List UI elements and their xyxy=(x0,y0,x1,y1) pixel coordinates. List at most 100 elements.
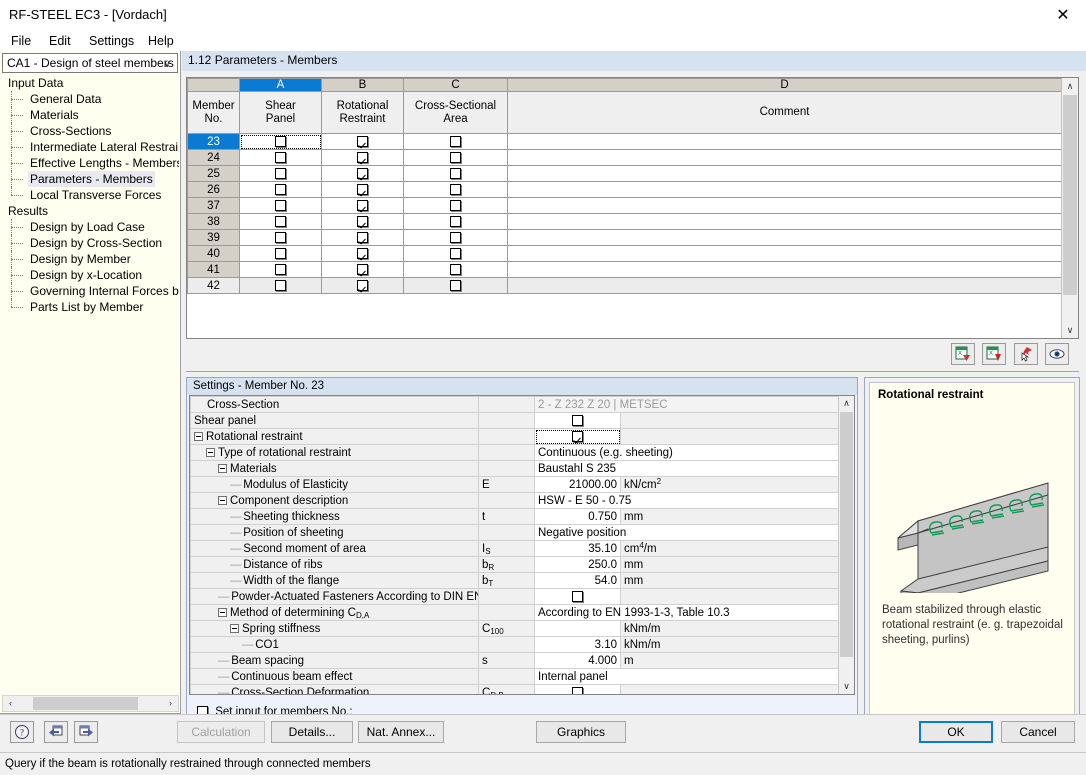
cell-cross-sectional-area[interactable] xyxy=(403,133,508,150)
checkbox[interactable] xyxy=(275,263,286,275)
help-icon[interactable]: ? xyxy=(10,721,34,743)
cell-rotational-restraint[interactable] xyxy=(321,245,404,262)
settings-row-value[interactable]: 21000.00 xyxy=(534,476,621,493)
cell-cross-sectional-area[interactable] xyxy=(403,261,508,278)
view-eye-icon[interactable] xyxy=(1045,343,1069,365)
settings-row[interactable]: — Cross-Section Deformation CD,B xyxy=(190,684,839,694)
navigator-horizontal-scrollbar[interactable]: ‹ › xyxy=(2,695,179,712)
settings-row-value[interactable]: Negative position xyxy=(534,524,839,541)
sidebar-item-governing-internal-forces[interactable]: Governing Internal Forces by M xyxy=(2,283,179,299)
sidebar-item-design-by-cross-section[interactable]: Design by Cross-Section xyxy=(2,235,179,251)
table-row[interactable]: 41 xyxy=(187,261,1062,278)
previous-page-icon[interactable] xyxy=(44,721,68,743)
scroll-down-arrow-icon[interactable]: ∨ xyxy=(1062,322,1078,338)
settings-row[interactable]: Materials Baustahl S 235 xyxy=(190,460,839,477)
cell-cross-sectional-area[interactable] xyxy=(403,245,508,262)
checkbox[interactable] xyxy=(275,135,286,147)
cell-shear-panel[interactable] xyxy=(239,213,322,230)
settings-row[interactable]: Spring stiffness C100 kNm/m xyxy=(190,620,839,637)
scroll-up-arrow-icon[interactable]: ∧ xyxy=(1062,78,1078,94)
cell-comment[interactable] xyxy=(507,197,1062,214)
settings-row-value[interactable]: 250.0 xyxy=(534,556,621,573)
sidebar-item-intermediate-lateral-restraints[interactable]: Intermediate Lateral Restraints xyxy=(2,139,179,155)
cell-cross-sectional-area[interactable] xyxy=(403,213,508,230)
checkbox[interactable] xyxy=(357,215,368,227)
settings-row-value[interactable]: 3.10 xyxy=(534,636,621,653)
scroll-up-arrow-icon[interactable]: ∧ xyxy=(839,396,854,411)
checkbox[interactable] xyxy=(450,167,461,179)
table-row[interactable]: 37 xyxy=(187,197,1062,214)
table-row[interactable]: 42 xyxy=(187,277,1062,294)
row-header-member-no[interactable]: 42 xyxy=(187,277,240,294)
collapse-expander-icon[interactable] xyxy=(230,623,239,633)
settings-row[interactable]: — Sheeting thickness t 0.750 mm xyxy=(190,508,839,525)
settings-row[interactable]: — Modulus of Elasticity E 21000.00 kN/cm2 xyxy=(190,476,839,493)
cell-rotational-restraint[interactable] xyxy=(321,181,404,198)
settings-row-value[interactable]: Baustahl S 235 xyxy=(534,460,839,477)
menu-item-settings[interactable]: Settings xyxy=(84,33,139,49)
settings-row[interactable]: — Second moment of area IS 35.10 cm4/m xyxy=(190,540,839,557)
collapse-expander-icon[interactable] xyxy=(218,607,227,617)
settings-row[interactable]: Type of rotational restraint Continuous (… xyxy=(190,444,839,461)
row-header-member-no[interactable]: 23 xyxy=(187,133,240,150)
cell-rotational-restraint[interactable] xyxy=(321,261,404,278)
settings-row-value[interactable] xyxy=(534,588,621,605)
cell-rotational-restraint[interactable] xyxy=(321,229,404,246)
cell-cross-sectional-area[interactable] xyxy=(403,229,508,246)
table-row[interactable]: 24 xyxy=(187,149,1062,166)
checkbox[interactable] xyxy=(450,263,461,275)
menu-item-help[interactable]: Help xyxy=(143,33,179,49)
row-header-member-no[interactable]: 37 xyxy=(187,197,240,214)
settings-row-value[interactable] xyxy=(534,620,621,637)
column-letter-c[interactable]: C xyxy=(403,78,508,92)
close-icon[interactable]: ✕ xyxy=(1040,0,1086,30)
row-header-member-no[interactable]: 39 xyxy=(187,229,240,246)
checkbox[interactable] xyxy=(357,279,368,291)
settings-vertical-scrollbar[interactable]: ∧ ∨ xyxy=(838,396,854,694)
cell-shear-panel[interactable] xyxy=(239,133,322,150)
grid-vertical-scrollbar[interactable]: ∧ ∨ xyxy=(1061,78,1078,338)
cell-rotational-restraint[interactable] xyxy=(321,133,404,150)
checkbox[interactable] xyxy=(450,135,461,147)
checkbox[interactable] xyxy=(572,430,583,442)
settings-row-value[interactable]: 2 - Z 232 Z 20 | METSEC xyxy=(534,396,839,413)
scrollbar-thumb[interactable] xyxy=(840,412,853,657)
checkbox[interactable] xyxy=(275,231,286,243)
settings-row-value[interactable]: 0.750 xyxy=(534,508,621,525)
cell-comment[interactable] xyxy=(507,277,1062,294)
cancel-button[interactable]: Cancel xyxy=(1001,721,1075,743)
checkbox[interactable] xyxy=(275,183,286,195)
cell-comment[interactable] xyxy=(507,165,1062,182)
collapse-expander-icon[interactable] xyxy=(194,431,203,441)
sidebar-item-cross-sections[interactable]: Cross-Sections xyxy=(2,123,179,139)
checkbox[interactable] xyxy=(357,231,368,243)
checkbox[interactable] xyxy=(357,199,368,211)
cell-cross-sectional-area[interactable] xyxy=(403,149,508,166)
settings-row-value[interactable]: 4.000 xyxy=(534,652,621,669)
table-row[interactable]: 38 xyxy=(187,213,1062,230)
cell-shear-panel[interactable] xyxy=(239,229,322,246)
column-letter-b[interactable]: B xyxy=(321,78,404,92)
settings-row-value[interactable]: Internal panel xyxy=(534,668,839,685)
cell-shear-panel[interactable] xyxy=(239,245,322,262)
checkbox[interactable] xyxy=(450,231,461,243)
checkbox[interactable] xyxy=(450,215,461,227)
scrollbar-thumb[interactable] xyxy=(1063,95,1077,295)
settings-row-value[interactable]: 54.0 xyxy=(534,572,621,589)
cell-comment[interactable] xyxy=(507,149,1062,166)
checkbox[interactable] xyxy=(357,247,368,259)
cell-cross-sectional-area[interactable] xyxy=(403,165,508,182)
sidebar-item-design-by-member[interactable]: Design by Member xyxy=(2,251,179,267)
sidebar-item-design-by-x-location[interactable]: Design by x-Location xyxy=(2,267,179,283)
row-header-member-no[interactable]: 25 xyxy=(187,165,240,182)
settings-row[interactable]: — Distance of ribs bR 250.0 mm xyxy=(190,556,839,573)
checkbox[interactable] xyxy=(450,199,461,211)
checkbox[interactable] xyxy=(357,135,368,147)
checkbox[interactable] xyxy=(357,263,368,275)
checkbox[interactable] xyxy=(450,151,461,163)
cell-shear-panel[interactable] xyxy=(239,181,322,198)
cell-rotational-restraint[interactable] xyxy=(321,277,404,294)
sidebar-item-materials[interactable]: Materials xyxy=(2,107,179,123)
checkbox[interactable] xyxy=(450,279,461,291)
ok-button[interactable]: OK xyxy=(919,721,993,743)
